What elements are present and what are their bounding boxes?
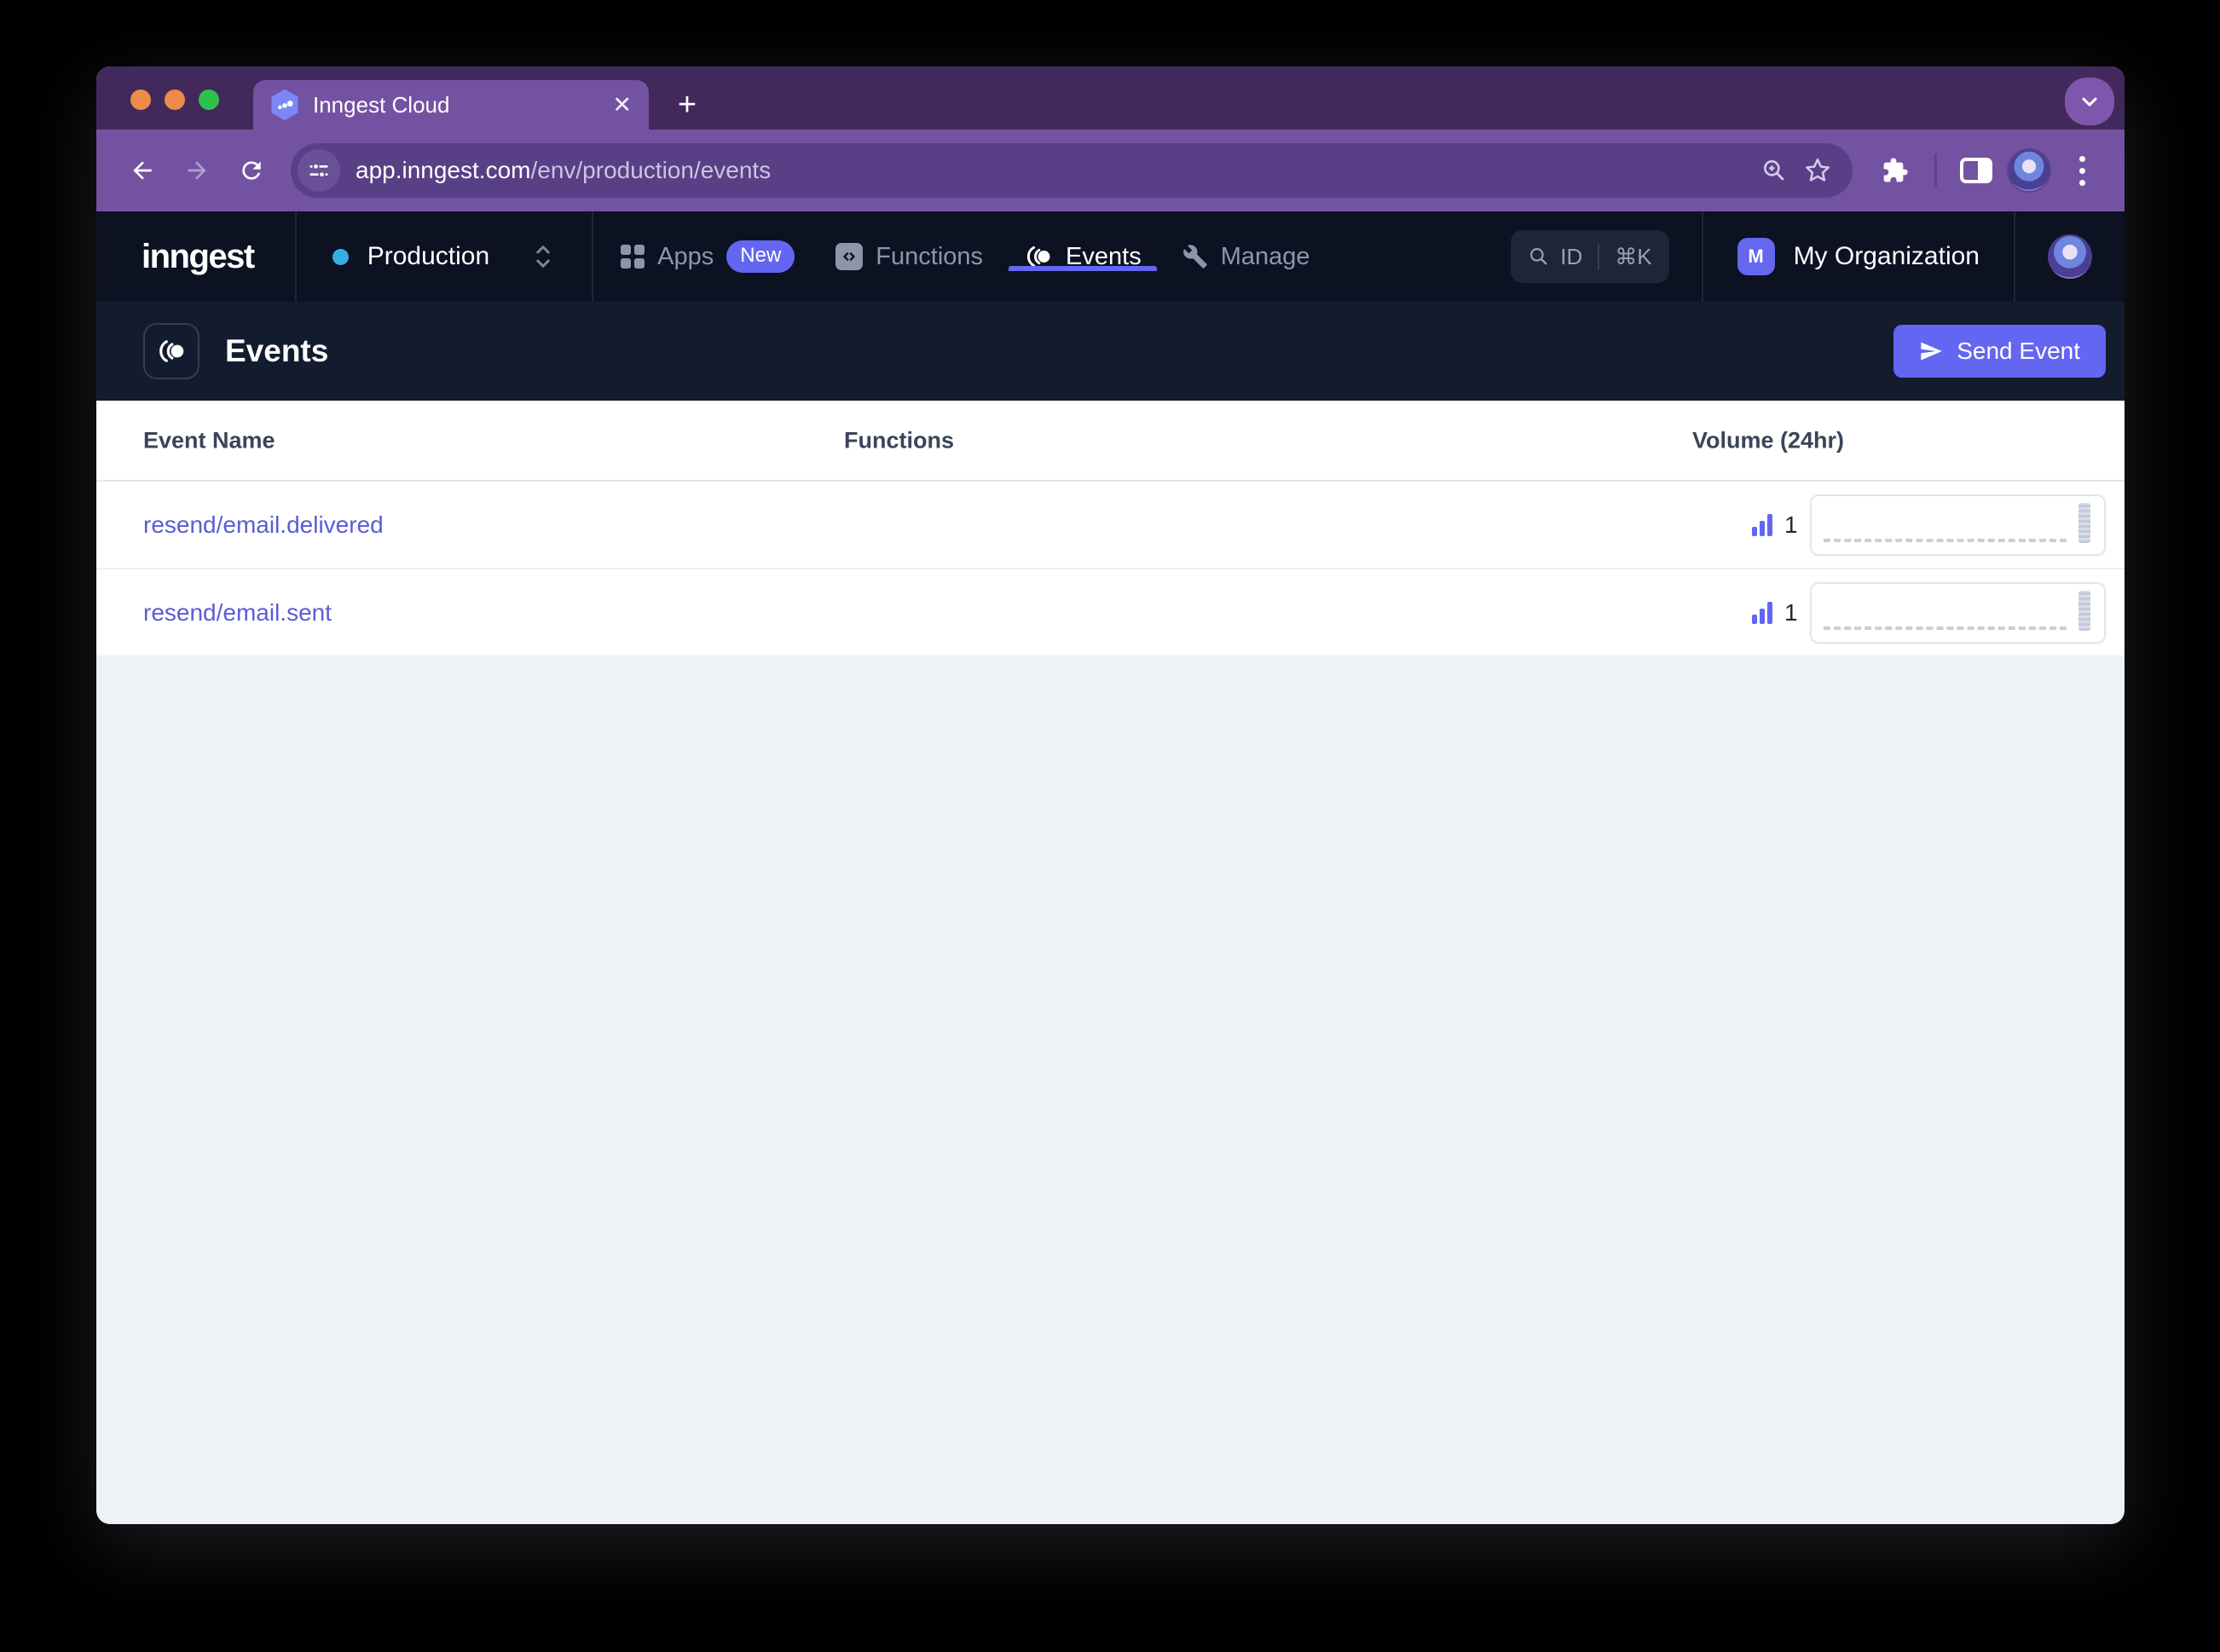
manage-label: Manage — [1220, 242, 1310, 270]
empty-content-area — [96, 657, 2125, 1458]
volume-value: 1 — [1784, 511, 1798, 538]
address-bar[interactable]: app.inngest.com/env/production/events — [291, 143, 1853, 198]
page-title: Events — [225, 333, 329, 368]
window-controls — [130, 90, 219, 110]
browser-profile-avatar[interactable] — [2007, 148, 2051, 193]
zoom-in-icon — [1764, 160, 1784, 181]
send-event-label: Send Event — [1957, 338, 2080, 364]
bookmark-button[interactable] — [1803, 156, 1832, 185]
sparkline-bar — [2078, 590, 2090, 631]
tab-strip: Inngest Cloud ✕ + — [96, 66, 2125, 130]
events-stream-icon — [1024, 242, 1053, 271]
kebab-menu-icon — [2063, 155, 2101, 186]
browser-toolbar: app.inngest.com/env/production/events — [96, 130, 2125, 211]
inngest-favicon-icon — [270, 89, 299, 121]
search-icon — [1530, 248, 1547, 265]
url-host: app.inngest.com — [356, 157, 531, 183]
browser-window: Inngest Cloud ✕ + app.inngest.com/env/pr… — [96, 66, 2125, 1524]
extensions-button[interactable] — [1871, 147, 1919, 194]
column-header-volume: Volume (24hr) — [1692, 427, 1845, 453]
organization-menu[interactable]: M My Organization — [1703, 211, 2014, 302]
column-header-functions: Functions — [844, 427, 954, 453]
organization-name: My Organization — [1793, 242, 1980, 270]
environment-name: Production — [367, 242, 490, 270]
chevron-down-icon — [2082, 97, 2097, 107]
tab-search-button[interactable] — [2065, 78, 2114, 125]
organization-badge: M — [1737, 238, 1775, 275]
nav-item-events[interactable]: Events — [1003, 242, 1162, 271]
app-nav-bar: inngest Production Apps New Functions Ev… — [96, 211, 2125, 302]
site-settings-button[interactable] — [298, 149, 340, 192]
nav-item-manage[interactable]: Manage — [1162, 243, 1331, 271]
url-text: app.inngest.com/env/production/events — [356, 157, 1745, 184]
window-close-button[interactable] — [130, 90, 151, 110]
search-shortcut: ⌘K — [1615, 243, 1652, 269]
env-status-dot-icon — [332, 248, 349, 265]
forward-arrow-icon — [188, 161, 206, 180]
bar-chart-icon — [1752, 601, 1772, 624]
code-brackets-icon — [835, 243, 864, 270]
volume-value: 1 — [1784, 598, 1798, 626]
inngest-logo[interactable]: inngest — [96, 238, 295, 276]
page-header: Events Send Event — [96, 302, 2125, 401]
send-icon — [1921, 342, 1943, 361]
volume-sparkline-chart[interactable] — [1809, 494, 2106, 556]
table-row: resend/email.delivered 1 — [96, 482, 2125, 569]
environment-selector[interactable]: Production — [297, 211, 592, 302]
star-icon — [1805, 158, 1830, 182]
events-page-icon — [143, 323, 199, 379]
functions-label: Functions — [876, 242, 984, 270]
events-label: Events — [1066, 242, 1142, 270]
forward-button[interactable] — [173, 147, 221, 194]
sparkline-baseline — [1823, 626, 2067, 630]
reload-icon — [242, 161, 261, 180]
global-search[interactable]: ID ⌘K — [1511, 230, 1669, 283]
side-panel-icon — [1960, 158, 1992, 183]
chevron-updown-icon — [530, 240, 556, 274]
nav-item-apps[interactable]: Apps New — [600, 240, 815, 273]
search-divider — [1598, 244, 1600, 269]
table-header: Event Name Functions Volume (24hr) — [96, 401, 2125, 482]
wrench-icon — [1182, 244, 1208, 269]
tab-close-icon[interactable]: ✕ — [612, 93, 632, 117]
new-badge: New — [726, 240, 795, 273]
nav-item-functions[interactable]: Functions — [815, 243, 1003, 271]
user-avatar[interactable] — [2048, 234, 2092, 279]
apps-grid-icon — [621, 245, 645, 269]
apps-label: Apps — [657, 242, 714, 270]
event-name-link[interactable]: resend/email.delivered — [143, 511, 384, 539]
sparkline-baseline — [1823, 538, 2067, 542]
new-tab-button[interactable]: + — [666, 84, 708, 126]
tab-title: Inngest Cloud — [313, 91, 450, 118]
sparkline-bar — [2078, 502, 2090, 543]
volume-cell: 1 — [1752, 569, 2106, 656]
tune-icon — [309, 163, 328, 178]
volume-sparkline-chart[interactable] — [1809, 581, 2106, 644]
volume-cell: 1 — [1752, 482, 2106, 568]
back-button[interactable] — [119, 147, 166, 194]
window-minimize-button[interactable] — [165, 90, 185, 110]
back-arrow-icon — [133, 161, 152, 180]
column-header-event-name: Event Name — [143, 427, 275, 453]
side-panel-button[interactable] — [1952, 147, 2000, 194]
bar-chart-icon — [1752, 513, 1772, 536]
zoom-button[interactable] — [1760, 157, 1788, 184]
search-id-label: ID — [1560, 243, 1583, 269]
toolbar-divider — [1934, 153, 1937, 188]
puzzle-icon — [1883, 158, 1908, 182]
send-event-button[interactable]: Send Event — [1893, 325, 2106, 378]
window-maximize-button[interactable] — [199, 90, 219, 110]
url-path: /env/production/events — [530, 157, 772, 183]
browser-menu-button[interactable] — [2058, 147, 2106, 194]
event-name-link[interactable]: resend/email.sent — [143, 599, 332, 627]
reload-button[interactable] — [228, 147, 275, 194]
table-row: resend/email.sent 1 — [96, 569, 2125, 657]
browser-tab[interactable]: Inngest Cloud ✕ — [253, 80, 649, 130]
